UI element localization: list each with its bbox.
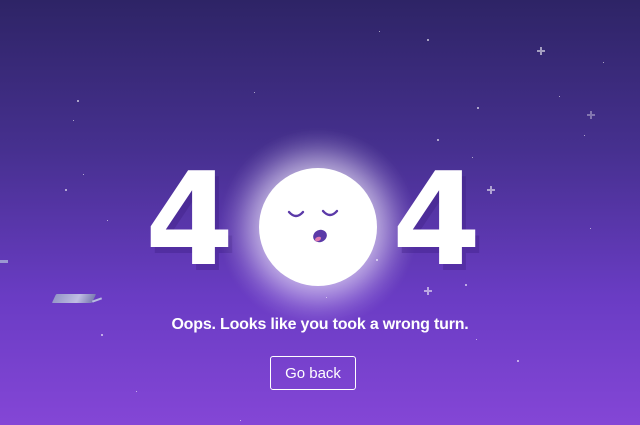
star-icon: [101, 334, 103, 336]
satellite-icon: [51, 294, 97, 303]
sparkle-star-icon: [587, 111, 595, 119]
star-icon: [476, 339, 477, 340]
star-icon: [584, 135, 585, 136]
star-icon: [427, 39, 429, 41]
star-icon: [517, 360, 519, 362]
closed-eye-left: [287, 210, 305, 218]
star-icon: [379, 31, 380, 32]
star-icon: [77, 100, 79, 102]
mouth: [313, 229, 327, 243]
sparkle-star-icon: [487, 186, 495, 194]
sparkle-star-icon: [537, 47, 545, 55]
star-icon: [590, 228, 591, 229]
star-icon: [254, 92, 255, 93]
star-icon: [83, 174, 84, 175]
star-icon: [240, 420, 241, 421]
star-icon: [136, 391, 137, 392]
moon-face-icon: [287, 209, 339, 243]
star-icon: [73, 120, 74, 121]
error-message: Oops. Looks like you took a wrong turn.: [171, 316, 469, 333]
closed-eye-right: [321, 209, 339, 217]
go-back-button[interactable]: Go back: [270, 356, 356, 390]
debris-icon: [0, 260, 8, 263]
star-icon: [437, 139, 439, 141]
star-icon: [603, 62, 604, 63]
error-code-digit-right: 4: [392, 146, 482, 295]
sleeping-moon-icon: [259, 168, 377, 286]
star-icon: [477, 107, 479, 109]
star-icon: [107, 220, 108, 221]
star-icon: [65, 189, 67, 191]
star-icon: [559, 96, 560, 97]
